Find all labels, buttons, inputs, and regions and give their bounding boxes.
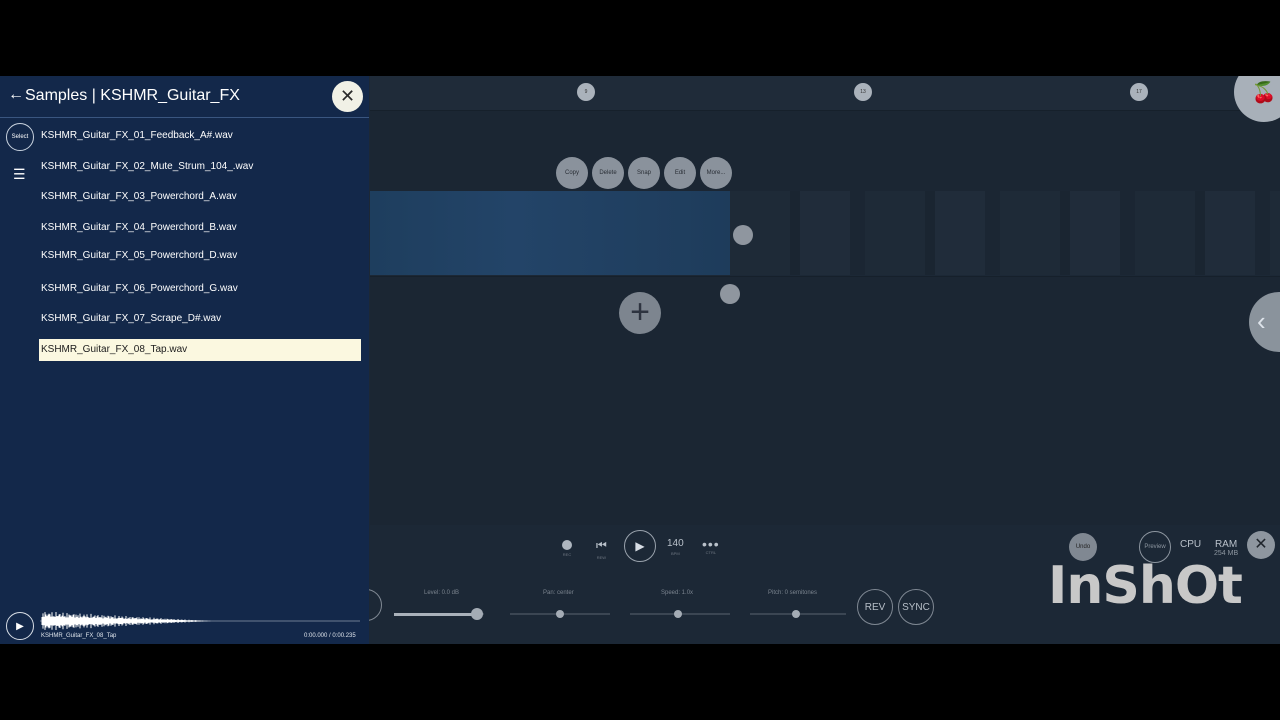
player-time: 0:00.000 / 0:00.235 <box>304 633 356 639</box>
file-item[interactable]: KSHMR_Guitar_FX_05_Powerchord_D.wav <box>39 245 361 267</box>
level-label: Level: 0.0 dB <box>424 590 460 596</box>
more-button[interactable]: More... <box>700 157 732 189</box>
daw-workspace: 9 13 17 Copy Delete Snap Edit More... + … <box>0 76 1280 644</box>
select-button[interactable]: Select <box>6 123 34 151</box>
cpu-meter: CPU <box>1180 539 1202 550</box>
pan-label: Pan: center <box>543 590 574 596</box>
skip-back-icon: ⏮ <box>596 538 607 552</box>
clip-resize-handle[interactable] <box>733 225 753 245</box>
file-item[interactable]: KSHMR_Guitar_FX_04_Powerchord_B.wav <box>39 217 361 239</box>
clip-position-handle[interactable] <box>720 284 740 304</box>
close-browser-button[interactable]: ✕ <box>332 81 363 112</box>
bar-marker-17[interactable]: 17 <box>1130 83 1148 101</box>
browser-header: ← Samples | KSHMR_Guitar_FX ✕ <box>0 76 369 118</box>
file-item[interactable]: KSHMR_Guitar_FX_07_Scrape_D#.wav <box>39 308 361 330</box>
record-button[interactable]: REC <box>562 540 572 557</box>
record-icon <box>562 540 572 550</box>
level-fill <box>394 613 474 616</box>
browser-title: Samples | KSHMR_Guitar_FX <box>25 87 240 104</box>
bar-marker-9[interactable]: 9 <box>577 83 595 101</box>
pitch-label: Pitch: 0 semitones <box>768 590 818 596</box>
copy-button[interactable]: Copy <box>556 157 588 189</box>
ctrl-button[interactable]: ••• CTRL <box>702 536 720 555</box>
pitch-slider[interactable] <box>792 610 800 618</box>
play-button[interactable]: ▶ <box>624 530 656 562</box>
track-lane[interactable] <box>370 110 1280 191</box>
snap-button[interactable]: Snap <box>628 157 660 189</box>
clip-context-menu: Copy Delete Snap Edit More... <box>556 157 732 189</box>
close-icon: ✕ <box>339 86 356 106</box>
file-item-selected[interactable]: KSHMR_Guitar_FX_08_Tap.wav <box>39 339 361 361</box>
sample-browser-panel: ← Samples | KSHMR_Guitar_FX ✕ Select ☰ K… <box>0 76 369 644</box>
rewind-button[interactable]: ⏮ REW <box>596 538 607 560</box>
sync-button[interactable]: SYNC <box>898 589 934 625</box>
level-slider[interactable] <box>471 608 483 620</box>
bar-marker-13[interactable]: 13 <box>854 83 872 101</box>
file-item[interactable]: KSHMR_Guitar_FX_03_Powerchord_A.wav <box>39 186 361 208</box>
empty-lane[interactable] <box>370 276 1280 525</box>
add-clip-button[interactable]: + <box>619 292 661 334</box>
reverse-button[interactable]: REV <box>857 589 893 625</box>
file-item[interactable]: KSHMR_Guitar_FX_01_Feedback_A#.wav <box>39 125 361 147</box>
speed-label: Speed: 1.0x <box>661 590 694 596</box>
file-item[interactable]: KSHMR_Guitar_FX_02_Mute_Strum_104_.wav <box>39 156 361 178</box>
ram-meter: RAM 254 MB <box>1214 539 1238 557</box>
watermark-logo: InShOt <box>1048 556 1243 616</box>
speed-slider[interactable] <box>674 610 682 618</box>
bpm-display[interactable]: 140 BPM <box>667 538 684 556</box>
audio-clip[interactable] <box>730 191 1280 275</box>
file-item[interactable]: KSHMR_Guitar_FX_06_Powerchord_G.wav <box>39 278 361 300</box>
play-icon: ▶ <box>624 530 656 562</box>
player-sample-name: KSHMR_Guitar_FX_08_Tap <box>41 633 117 639</box>
ram-label: RAM <box>1214 539 1238 550</box>
play-icon[interactable]: ▶ <box>6 612 34 640</box>
audio-clip-selected[interactable] <box>370 191 730 275</box>
sample-preview-player: ▶ KSHMR_Guitar_FX_08_Tap 0:00.000 / 0:00… <box>0 604 369 644</box>
close-icon[interactable]: ✕ <box>1247 531 1275 559</box>
waveform[interactable] <box>40 610 360 632</box>
pan-slider[interactable] <box>556 610 564 618</box>
arrow-left-icon[interactable]: ← <box>8 86 24 104</box>
edit-button[interactable]: Edit <box>664 157 696 189</box>
menu-icon[interactable]: ☰ <box>13 166 26 183</box>
delete-button[interactable]: Delete <box>592 157 624 189</box>
